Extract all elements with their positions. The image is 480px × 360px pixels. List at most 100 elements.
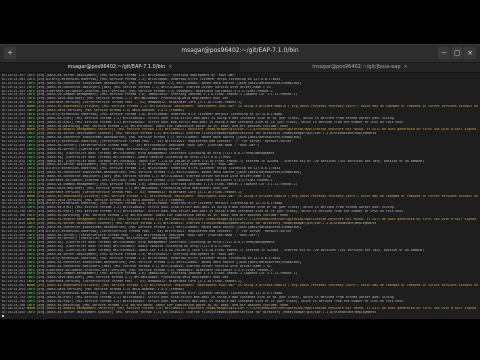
log-timestamp: 01:18:24,401 [2, 256, 26, 260]
log-message: [org.jboss.as.domain.management.security… [36, 128, 478, 132]
log-message: [org.jboss.as.server] (ServerService Thr… [36, 233, 260, 237]
log-level: INFO [26, 303, 35, 307]
log-timestamp: 01:18:24,733 [2, 206, 26, 210]
terminal-output[interactable]: 01:18:24,397 INFO [org.jboss.as.server.d… [2, 74, 478, 317]
log-message: [org.jboss.as] (Controller Boot Thread) … [36, 151, 275, 155]
log-message: [org.wildfly.extension.undertow] (MSC se… [36, 256, 281, 260]
log-timestamp: 01:18:24,788 [2, 303, 26, 307]
log-level: INFO [26, 120, 35, 124]
log-message: [org.hibernate.Version] (ServerService T… [36, 190, 242, 194]
log-timestamp: 01:18:24,397 [2, 163, 26, 167]
log-timestamp: 01:18:24,812 [2, 217, 26, 221]
log-level: INFO [26, 241, 35, 245]
log-timestamp: 01:18:24,987 [2, 147, 26, 151]
log-message: [org.jboss.as.patching] (MSC service thr… [36, 214, 288, 218]
log-level: INFO [26, 206, 35, 210]
log-timestamp: 01:18:24,691 [2, 291, 26, 295]
close-icon[interactable]: × [404, 64, 408, 70]
log-timestamp: 01:18:24,919 [2, 229, 26, 233]
log-level: INFO [26, 155, 35, 159]
log-level: INFO [26, 167, 35, 171]
log-timestamp: 01:18:24,845 [2, 221, 26, 225]
log-message: [org.jboss.as.server] (Controller Boot T… [36, 147, 181, 151]
log-message: [org.jboss.as.ejb3] (MSC service thread … [36, 120, 406, 124]
log-level: INFO [26, 272, 35, 276]
log-timestamp: 01:18:24,740 [2, 120, 26, 124]
log-timestamp: 01:18:24,955 [2, 144, 26, 148]
tab-eap-bin[interactable]: msagar@pos96402:~/git/EAP-7.1.0/bin × [0, 63, 240, 72]
log-level: INFO [26, 268, 35, 272]
log-message: [org.hibernate.validator.internal.util.V… [36, 179, 273, 183]
window-controls: – □ ✕ [438, 47, 476, 59]
log-message: [org.jboss.as.ejb3] (MSC service thread … [36, 116, 396, 120]
log-level: INFO [26, 256, 35, 260]
log-message: [org.jboss.as.domain.management.security… [36, 217, 478, 221]
log-level: WARN [26, 128, 35, 132]
log-level: INFO [26, 93, 35, 97]
log-timestamp: 01:18:24,501 [2, 93, 26, 97]
log-level: WARN [26, 105, 35, 109]
log-level: WARN [26, 284, 35, 288]
log-timestamp: 01:18:24,397 [2, 74, 26, 77]
log-message: [org.jboss.as.connector.subsystems.datas… [36, 136, 302, 140]
close-icon[interactable]: × [168, 64, 172, 70]
log-message: [org.wildfly.extension.undertow] (MSC se… [36, 291, 283, 295]
log-message: [org.jboss.as.connector.subsystems.datas… [36, 81, 302, 85]
log-level: INFO [26, 260, 35, 264]
log-message: [org.jboss.as.connector.deployers.jdbc] … [36, 85, 271, 89]
minimize-button[interactable]: – [438, 47, 450, 59]
log-message: [org.jboss.weld.deployer] (MSC service t… [36, 97, 229, 101]
log-level: INFO [26, 136, 35, 140]
log-message: [org.jboss.weld.deployer] (MSC service t… [36, 186, 229, 190]
log-message: [org.jboss.as.connector.deployers.jdbc] … [36, 264, 271, 268]
log-level: INFO [26, 225, 35, 229]
log-timestamp: 01:18:24,455 [2, 89, 26, 93]
tab-label: msagar@pos96402:~/git/jboss-eap [312, 64, 401, 70]
log-message: [org.jboss.as.patching] (MSC service thr… [36, 303, 288, 307]
log-level: INFO [26, 77, 35, 81]
log-message: [org.jboss.as.server] (Controller Boot T… [36, 237, 181, 241]
log-level: WARN [26, 194, 35, 198]
log-message: [org.wildfly.extension.undertow] (MSC se… [36, 202, 283, 206]
log-timestamp: 01:18:25,014 [2, 249, 26, 253]
log-timestamp: 01:18:24,533 [2, 276, 26, 280]
log-message: [org.jboss.as.server] (ServerService Thr… [36, 144, 260, 148]
log-timestamp: 01:18:24,691 [2, 112, 26, 116]
log-timestamp: 01:18:24,455 [2, 268, 26, 272]
log-level: INFO [26, 233, 35, 237]
log-message: [org.jboss.as.server.deployment.scanner]… [36, 311, 377, 315]
log-message: [org.wildfly.extension.undertow] (MSC se… [36, 167, 281, 171]
new-tab-button[interactable]: + [4, 47, 16, 59]
log-timestamp: 01:18:24,421 [2, 175, 26, 179]
log-level: INFO [26, 140, 35, 144]
log-message: [org.jboss.as.server.deployment] (MSC se… [36, 163, 237, 167]
tab-jboss-eap[interactable]: msagar@pos96402:~/git/jboss-eap × [240, 63, 480, 72]
log-message: [org.jboss.as] (Controller Boot Thread) … [36, 249, 425, 253]
log-level: INFO [26, 245, 35, 249]
log-timestamp: 01:18:24,455 [2, 179, 26, 183]
log-message: [org.jboss.as.ejb3] (MSC service thread … [36, 206, 396, 210]
log-message: [org.hibernate.validator.internal.util.V… [36, 89, 273, 93]
log-level: INFO [26, 109, 35, 113]
log-level: INFO [26, 249, 35, 253]
log-level: WARN [26, 307, 35, 311]
log-level: INFO [26, 89, 35, 93]
log-message: [org.jboss.as.connector.subsystems.datas… [36, 171, 302, 175]
log-message: [org.jboss.ws.common.management] (MSC se… [36, 272, 298, 276]
log-timestamp: 01:18:24,733 [2, 295, 26, 299]
log-timestamp: 01:18:24,812 [2, 307, 26, 311]
close-button[interactable]: ✕ [464, 47, 476, 59]
log-timestamp: 01:18:24,533 [2, 186, 26, 190]
log-level: INFO [26, 101, 35, 105]
log-message: [org.jboss.as.ejb3] (MSC service thread … [36, 210, 406, 214]
log-message: [org.jboss.as.server.deployment.scanner]… [36, 221, 377, 225]
log-message: [org.jboss.ws.common.management] (MSC se… [36, 93, 298, 97]
log-message: [org.jboss.ws.common.management] (MSC se… [36, 182, 298, 186]
maximize-button[interactable]: □ [451, 47, 463, 59]
log-level: INFO [26, 252, 35, 256]
log-level: INFO [26, 280, 35, 284]
window-titlebar[interactable]: + msagar@pos96402:~/git/EAP-7.1.0/bin – … [0, 45, 480, 63]
log-level: INFO [26, 182, 35, 186]
log-level: INFO [26, 132, 35, 136]
log-message: [org.jboss.as.connector.subsystems.datas… [36, 225, 302, 229]
